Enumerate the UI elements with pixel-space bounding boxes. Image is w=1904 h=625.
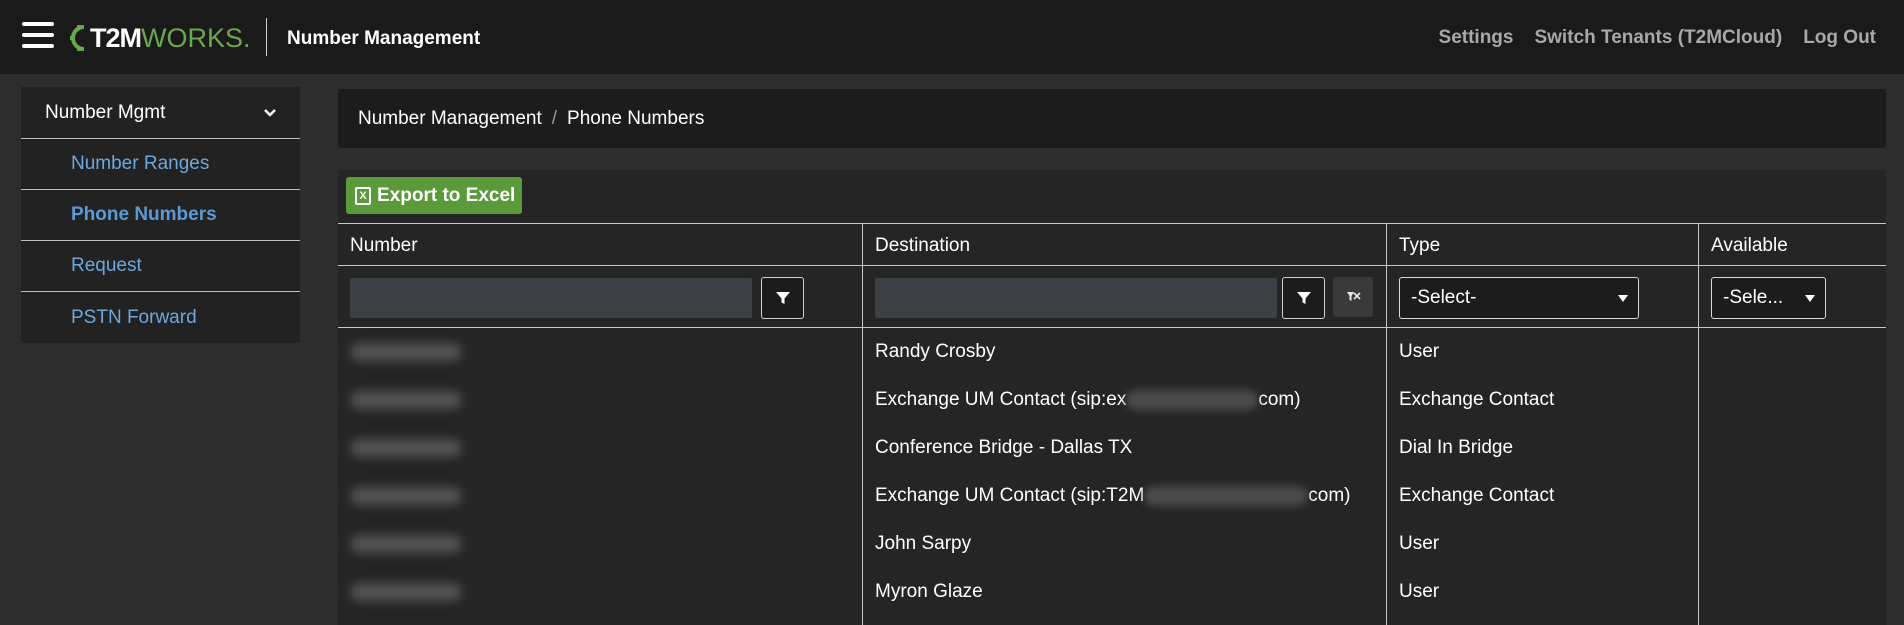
destination-filter-button[interactable] xyxy=(1282,277,1325,319)
sidebar-header-label: Number Mgmt xyxy=(45,101,166,123)
column-header-label: Number xyxy=(350,235,418,256)
available-filter-select[interactable]: -Sele... xyxy=(1711,277,1826,319)
logo-text: T2MWORKS. xyxy=(90,22,251,53)
excel-icon: X xyxy=(355,186,371,205)
table-row[interactable]: Myron Glaze User xyxy=(338,568,1886,616)
destination-cell: Conference Bridge - Dallas TX xyxy=(875,437,1133,458)
column-header-available[interactable]: Available xyxy=(1698,224,1886,265)
top-bar: T2MWORKS. Number Management Settings Swi… xyxy=(0,0,1904,74)
type-filter-select[interactable]: -Select- xyxy=(1399,277,1639,319)
redacted-number xyxy=(350,391,462,409)
redacted-number xyxy=(350,343,462,361)
grid-header-row: Number Destination Type Available xyxy=(338,223,1886,266)
export-to-excel-button[interactable]: X Export to Excel xyxy=(346,177,522,214)
destination-suffix: com) xyxy=(1258,389,1301,410)
column-header-label: Type xyxy=(1399,235,1441,256)
type-cell: User xyxy=(1399,581,1440,602)
table-row[interactable]: Randy Crosby User xyxy=(338,328,1886,376)
redacted-number xyxy=(350,583,462,601)
type-cell: Exchange Contact xyxy=(1399,389,1555,410)
column-header-number[interactable]: Number xyxy=(338,224,862,265)
top-nav: Settings Switch Tenants (T2MCloud) Log O… xyxy=(1439,27,1876,49)
sidebar-item-number-ranges[interactable]: Number Ranges xyxy=(21,139,300,190)
filter-cell-destination xyxy=(862,266,1386,327)
breadcrumb: Number Management / Phone Numbers xyxy=(338,89,1886,148)
app-title: Number Management xyxy=(287,28,481,49)
number-filter-button[interactable] xyxy=(761,277,804,319)
clear-filter-icon xyxy=(1347,292,1361,301)
destination-cell: John Sarpy xyxy=(875,533,972,554)
type-cell: Dial In Bridge xyxy=(1399,437,1514,458)
type-select-value: -Select- xyxy=(1411,287,1477,308)
switch-tenants-link[interactable]: Switch Tenants (T2MCloud) xyxy=(1534,27,1782,49)
sidebar-item-pstn-forward[interactable]: PSTN Forward xyxy=(21,292,300,343)
table-row[interactable]: Exchange UM Contact (sip:T2M com) Exchang… xyxy=(338,472,1886,520)
clear-filter-button[interactable] xyxy=(1333,277,1373,317)
breadcrumb-separator: / xyxy=(551,107,558,129)
destination-prefix: Exchange UM Contact (sip:T2M xyxy=(875,485,1145,506)
type-cell: User xyxy=(1399,341,1440,362)
destination-cell: Exchange UM Contact (sip:ex com) xyxy=(875,376,1301,424)
breadcrumb-number-management[interactable]: Number Management xyxy=(358,108,542,130)
column-header-type[interactable]: Type xyxy=(1386,224,1698,265)
redacted-number xyxy=(350,487,462,505)
filter-icon xyxy=(775,292,790,304)
filter-icon xyxy=(1296,292,1311,304)
dropdown-caret-icon xyxy=(1805,295,1815,302)
column-header-destination[interactable]: Destination xyxy=(862,224,1386,265)
redacted-address xyxy=(1126,390,1259,410)
column-header-label: Available xyxy=(1711,235,1788,256)
type-cell: User xyxy=(1399,533,1440,554)
sidebar-item-label: PSTN Forward xyxy=(71,306,197,328)
grid-body: Randy Crosby User Exchange UM Contact (s… xyxy=(338,328,1886,625)
settings-link[interactable]: Settings xyxy=(1439,27,1514,49)
sidebar-item-label: Phone Numbers xyxy=(71,204,217,225)
t2mworks-logo[interactable]: T2MWORKS. xyxy=(70,18,251,58)
table-row[interactable]: John Sarpy User xyxy=(338,520,1886,568)
breadcrumb-phone-numbers: Phone Numbers xyxy=(567,107,705,129)
number-filter-input[interactable] xyxy=(350,278,752,318)
sidebar-item-label: Number Ranges xyxy=(71,153,210,174)
destination-cell: Randy Crosby xyxy=(875,341,996,362)
sidebar-item-label: Request xyxy=(71,255,142,276)
redacted-number xyxy=(350,535,462,553)
column-header-label: Destination xyxy=(875,235,971,256)
hamburger-menu-icon[interactable] xyxy=(22,22,54,52)
logo-divider xyxy=(266,18,267,56)
table-row[interactable]: Conference Bridge - Dallas TX Dial In Br… xyxy=(338,424,1886,472)
redacted-address xyxy=(1144,486,1309,506)
dropdown-caret-icon xyxy=(1618,295,1628,302)
table-row[interactable]: Exchange UM Contact (sip:ex com) Exchange… xyxy=(338,376,1886,424)
sidebar-header-number-mgmt[interactable]: Number Mgmt xyxy=(21,87,300,139)
logout-link[interactable]: Log Out xyxy=(1803,27,1876,49)
phone-numbers-grid: X Export to Excel Number Destination Typ… xyxy=(338,170,1886,625)
destination-cell: Exchange UM Contact (sip:T2M com) xyxy=(875,472,1351,520)
filter-cell-type: -Select- xyxy=(1386,266,1698,327)
redacted-number xyxy=(350,439,462,457)
chevron-down-icon xyxy=(264,108,276,117)
export-button-label: Export to Excel xyxy=(377,184,516,206)
gear-logo-icon xyxy=(70,25,85,51)
available-select-value: -Sele... xyxy=(1723,287,1784,308)
grid-filter-row: -Select- -Sele... xyxy=(338,266,1886,328)
destination-cell: Myron Glaze xyxy=(875,581,983,602)
sidebar-item-request[interactable]: Request xyxy=(21,241,300,292)
filter-cell-number xyxy=(338,266,862,327)
filter-cell-available: -Sele... xyxy=(1698,266,1886,327)
destination-filter-input[interactable] xyxy=(875,278,1277,318)
sidebar-item-phone-numbers[interactable]: Phone Numbers xyxy=(21,190,300,241)
sidebar: Number Mgmt Number Ranges Phone Numbers … xyxy=(21,87,300,343)
destination-prefix: Exchange UM Contact (sip:ex xyxy=(875,389,1127,410)
destination-suffix: com) xyxy=(1308,485,1351,506)
type-cell: Exchange Contact xyxy=(1399,485,1555,506)
